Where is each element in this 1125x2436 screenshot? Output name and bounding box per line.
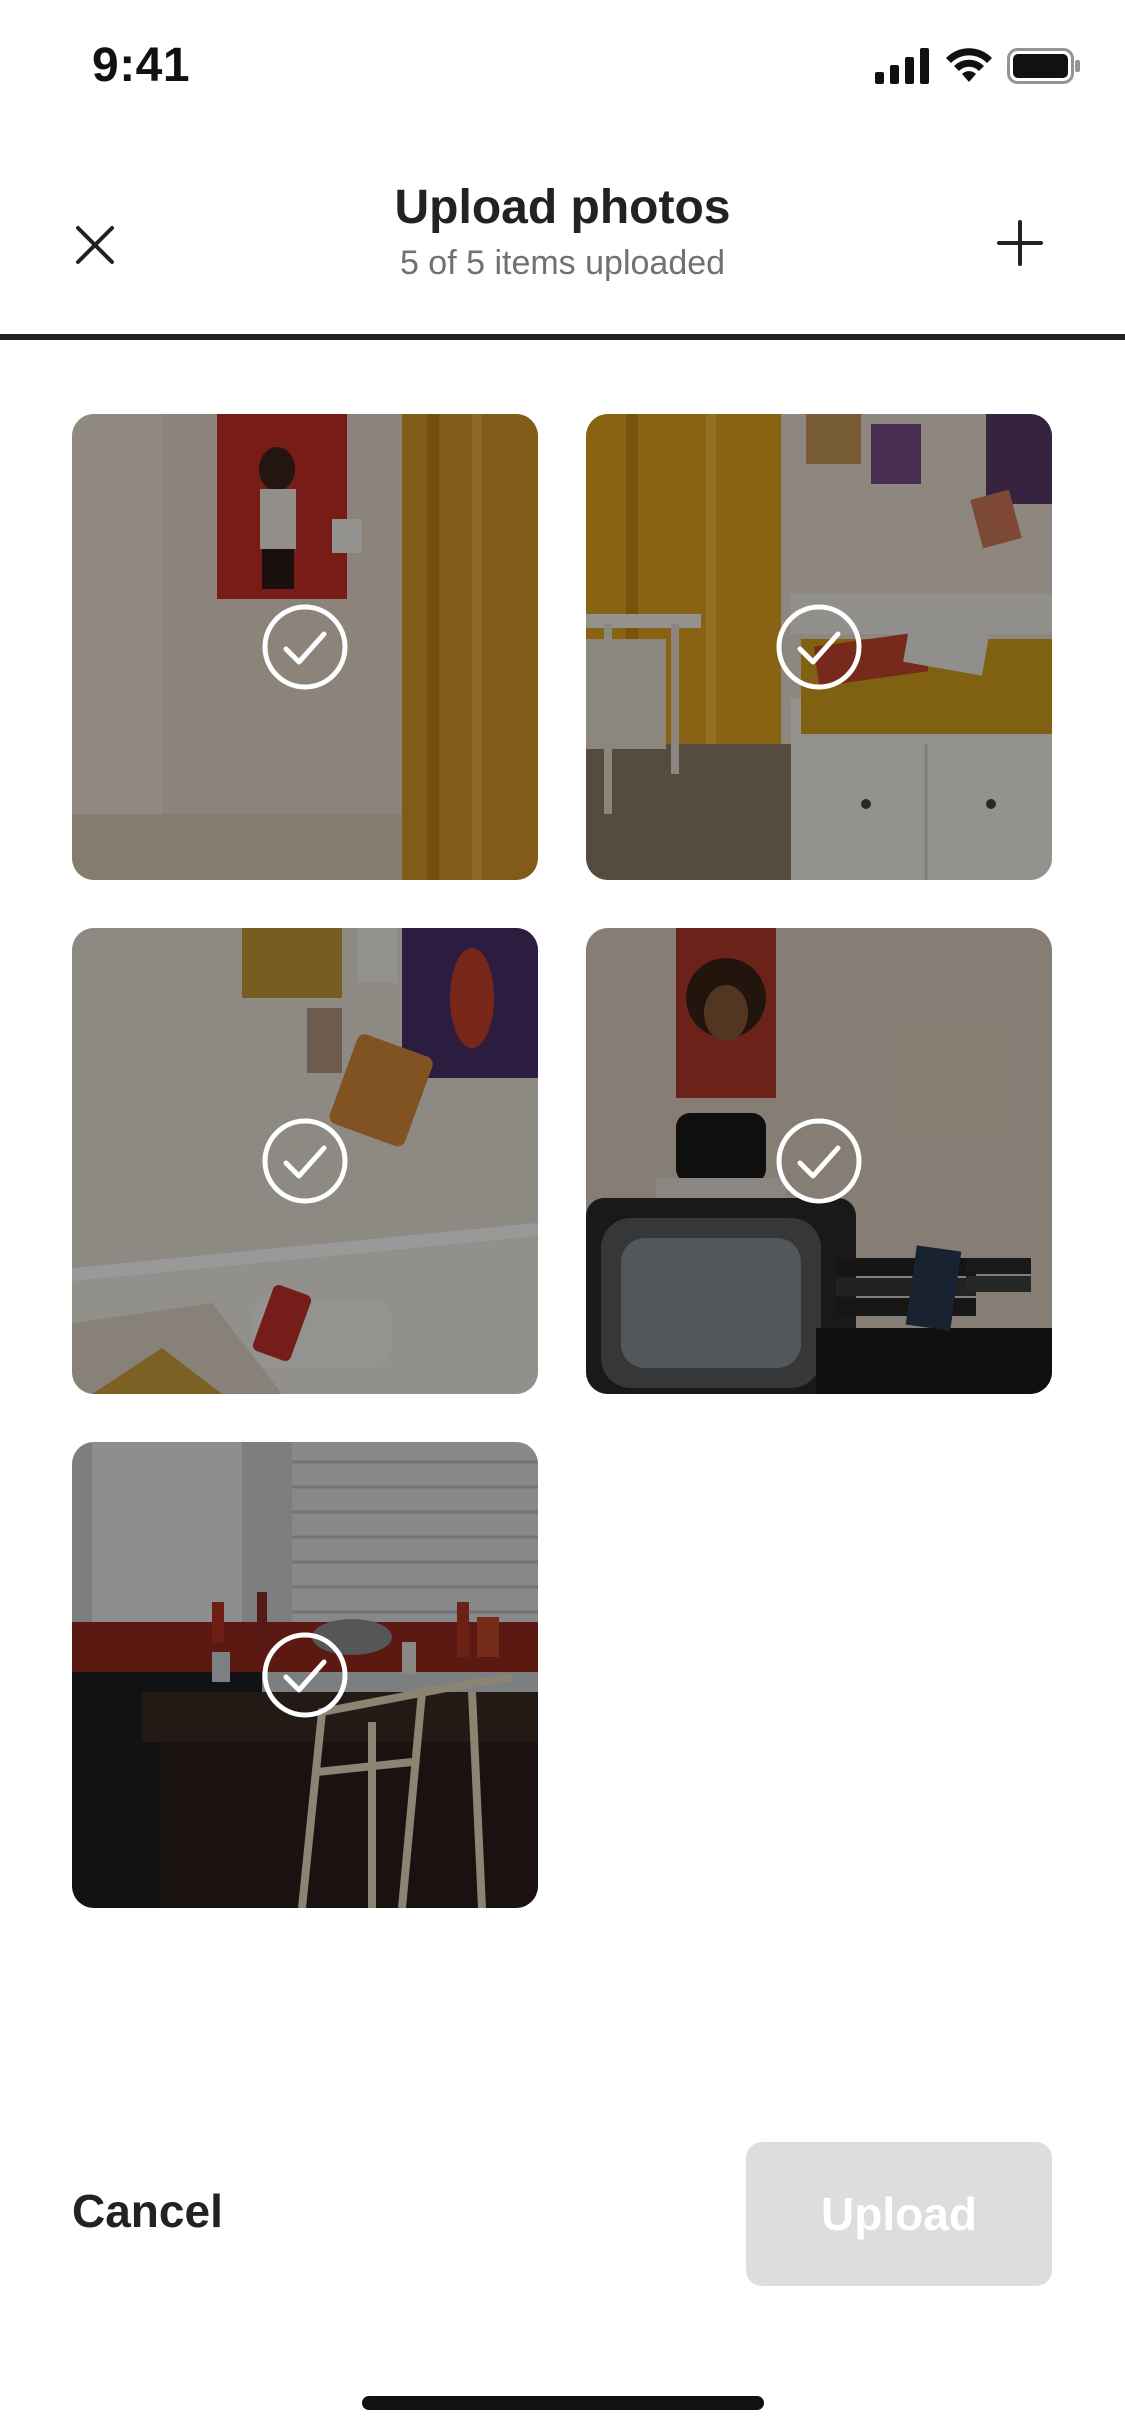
photo-tile[interactable] xyxy=(72,1442,538,1908)
upload-button[interactable]: Upload xyxy=(746,2142,1052,2286)
check-circle-icon xyxy=(776,1118,862,1204)
status-icons xyxy=(875,48,1081,84)
cancel-button[interactable]: Cancel xyxy=(72,2184,223,2238)
wifi-icon xyxy=(946,48,992,82)
upload-progress-fill xyxy=(0,334,1125,340)
home-indicator xyxy=(362,2396,764,2410)
upload-progress-bar xyxy=(0,334,1125,340)
page-title: Upload photos xyxy=(394,181,731,234)
battery-icon xyxy=(1007,48,1080,84)
status-time: 9:41 xyxy=(92,39,191,92)
status-bar: 9:41 xyxy=(0,0,1125,132)
plus-icon xyxy=(997,220,1043,266)
cellular-signal-icon xyxy=(875,48,929,84)
photo-tile[interactable] xyxy=(72,928,538,1394)
photo-tile[interactable] xyxy=(72,414,538,880)
photo-tile[interactable] xyxy=(586,928,1052,1394)
header: Upload photos 5 of 5 items uploaded xyxy=(0,132,1125,336)
check-circle-icon xyxy=(262,1118,348,1204)
upload-count: 5 of 5 items uploaded xyxy=(399,244,726,282)
check-circle-icon xyxy=(776,604,862,690)
check-circle-icon xyxy=(262,604,348,690)
photo-tile[interactable] xyxy=(586,414,1052,880)
check-circle-icon xyxy=(262,1632,348,1718)
add-photo-button[interactable] xyxy=(985,208,1055,278)
